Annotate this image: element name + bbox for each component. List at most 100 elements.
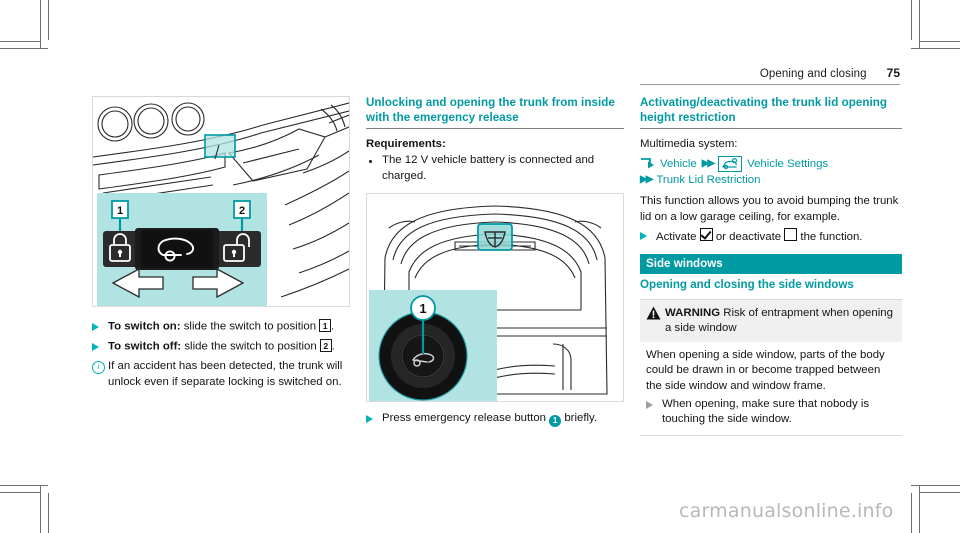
switch-on-tail: . bbox=[331, 320, 335, 333]
side-windows-subheading: Opening and closing the side windows bbox=[640, 278, 854, 291]
bullet-marker bbox=[92, 319, 108, 336]
dot-bullet-icon bbox=[369, 160, 372, 164]
switch-off-label: To switch off: bbox=[108, 340, 182, 353]
crop-mark-tl-h bbox=[0, 41, 41, 42]
multimedia-label: Multimedia system: bbox=[640, 138, 738, 151]
warning-body-text: When opening a side window, parts of the… bbox=[646, 349, 885, 392]
crop-mark-tl2-h bbox=[0, 48, 48, 49]
callout-1: 1 bbox=[319, 319, 332, 332]
callout-2: 2 bbox=[319, 339, 332, 353]
menu-item-vehicle-settings[interactable]: Vehicle Settings bbox=[747, 156, 828, 172]
header-divider bbox=[640, 84, 900, 85]
bullet-marker bbox=[92, 339, 108, 356]
menu-path-line2: ▶▶ Trunk Lid Restriction bbox=[640, 172, 902, 188]
checked-checkbox-icon[interactable] bbox=[699, 227, 713, 241]
activate-text-after: the function. bbox=[797, 230, 863, 243]
left-instruction-list: To switch on: slide the switch to positi… bbox=[92, 319, 350, 390]
requirements-label: Requirements: bbox=[366, 138, 446, 151]
switch-on-label: To switch on: bbox=[108, 320, 181, 333]
list-item: To switch on: slide the switch to positi… bbox=[92, 319, 350, 336]
warning-body: When opening a side window, parts of the… bbox=[640, 342, 902, 435]
note-marker: i bbox=[92, 359, 108, 375]
bullet-marker bbox=[640, 228, 656, 245]
crop-mark-tl2-v bbox=[40, 0, 41, 48]
crop-mark-br-v bbox=[911, 493, 912, 533]
menu-path: Vehicle ▶▶ Vehicle Settings bbox=[640, 156, 902, 173]
warning-header: WARNING Risk of entrapment when opening … bbox=[640, 300, 902, 343]
list-item-note: i If an accident has been detected, the … bbox=[92, 359, 350, 389]
height-restriction-description: This function allows you to avoid bumpin… bbox=[640, 195, 899, 223]
crop-mark-bl2-v bbox=[40, 485, 41, 533]
chevron-double-right-icon: ▶▶ bbox=[640, 174, 653, 186]
crop-mark-tl-v bbox=[48, 0, 49, 40]
warning-action-text: When opening, make sure that nobody is t… bbox=[662, 397, 870, 425]
middle-column: Unlocking and opening the trunk from ins… bbox=[366, 96, 624, 428]
crop-mark-tr-h bbox=[919, 41, 960, 42]
crop-mark-bl2-h bbox=[0, 485, 48, 486]
triangle-bullet-icon bbox=[92, 323, 99, 331]
warning-label: WARNING bbox=[665, 307, 721, 319]
header-title: Opening and closing bbox=[759, 68, 867, 80]
crop-mark-bl-v bbox=[48, 493, 49, 533]
unchecked-checkbox-icon[interactable] bbox=[784, 227, 798, 241]
switch-on-text: slide the switch to position bbox=[180, 320, 320, 333]
emergency-release-instruction: Press emergency release button 1 briefly… bbox=[366, 411, 624, 428]
triangle-bullet-icon bbox=[640, 231, 647, 240]
crop-mark-tr2-v bbox=[919, 0, 920, 48]
crop-mark-tr-v bbox=[911, 0, 912, 40]
info-icon: i bbox=[92, 361, 105, 375]
crop-mark-br-h bbox=[919, 492, 960, 493]
separate-trunk-locking-switch-illustration: 1 2 bbox=[92, 96, 350, 307]
heading-divider bbox=[640, 128, 902, 130]
heading-divider bbox=[366, 128, 624, 130]
svg-text:1: 1 bbox=[117, 205, 123, 217]
chevron-double-right-icon: ▶▶ bbox=[701, 158, 715, 170]
vehicle-settings-icon bbox=[718, 156, 743, 173]
warning-triangle-icon bbox=[646, 306, 665, 335]
trunk-emergency-release-illustration: 1 bbox=[366, 192, 624, 402]
crop-mark-tr2-h bbox=[911, 48, 960, 49]
accident-note-text: If an accident has been detected, the tr… bbox=[108, 360, 343, 388]
press-button-text-after: briefly. bbox=[561, 411, 598, 424]
triangle-bullet-icon bbox=[366, 414, 373, 423]
triangle-bullet-icon bbox=[646, 400, 653, 409]
activate-text-before: Activate bbox=[656, 230, 700, 243]
svg-text:2: 2 bbox=[239, 205, 245, 217]
switch-off-text: slide the switch to position bbox=[181, 340, 320, 353]
triangle-bullet-icon bbox=[92, 343, 99, 352]
bullet-marker bbox=[366, 411, 382, 428]
list-item: Press emergency release button 1 briefly… bbox=[366, 411, 624, 428]
section-band-side-windows: Side windows bbox=[640, 254, 902, 274]
callout-circle-1: 1 bbox=[549, 414, 562, 427]
crop-mark-br2-h bbox=[911, 485, 960, 486]
activate-text-middle: or deactivate bbox=[712, 230, 785, 243]
warning-box: WARNING Risk of entrapment when opening … bbox=[640, 299, 902, 437]
press-button-text-before: Press emergency release button bbox=[382, 411, 550, 424]
left-column: 1 2 To switch on: slide the switch to po… bbox=[92, 96, 350, 390]
crop-mark-bl-h bbox=[0, 492, 41, 493]
page-number: 75 bbox=[886, 66, 900, 80]
page-header: Opening and closing 75 bbox=[92, 66, 900, 80]
list-item: To switch off: slide the switch to posit… bbox=[92, 339, 350, 356]
menu-item-vehicle[interactable]: Vehicle bbox=[660, 156, 697, 172]
requirements-block: Requirements: The 12 V vehicle battery i… bbox=[366, 137, 624, 184]
list-item: When opening, make sure that nobody is t… bbox=[646, 397, 895, 427]
menu-item-trunk-lid-restriction[interactable]: Trunk Lid Restriction bbox=[656, 172, 760, 188]
watermark: carmanualsonline.info bbox=[679, 500, 894, 522]
menu-arrow-icon bbox=[640, 158, 655, 170]
crop-mark-br2-v bbox=[919, 485, 920, 533]
emergency-release-heading: Unlocking and opening the trunk from ins… bbox=[366, 96, 615, 124]
requirement-text: The 12 V vehicle battery is connected an… bbox=[382, 154, 595, 182]
list-item: The 12 V vehicle battery is connected an… bbox=[366, 153, 624, 183]
svg-text:1: 1 bbox=[419, 301, 426, 316]
switch-off-tail: . bbox=[331, 340, 335, 353]
right-column: Activating/deactivating the trunk lid op… bbox=[640, 96, 902, 437]
height-restriction-heading: Activating/deactivating the trunk lid op… bbox=[640, 96, 888, 124]
bullet-marker bbox=[366, 153, 382, 168]
list-item: Activate or deactivate the function. bbox=[640, 227, 902, 245]
bullet-marker bbox=[646, 397, 662, 414]
